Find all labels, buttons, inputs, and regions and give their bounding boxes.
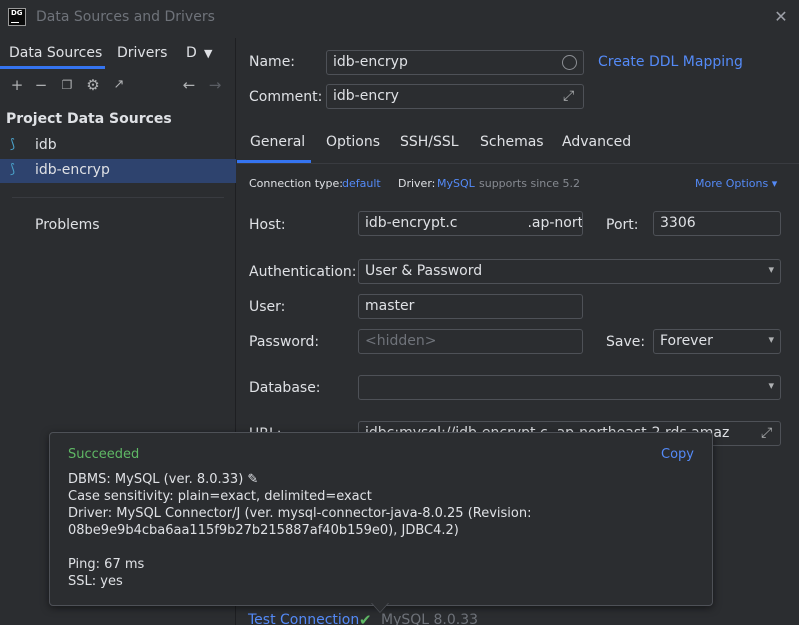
user-input[interactable]: master [358, 294, 583, 319]
close-icon[interactable]: ✕ [772, 8, 790, 26]
popup-line-ssl: SSL: yes [68, 574, 123, 589]
color-circle-icon[interactable] [562, 55, 577, 70]
datagrip-logo-icon: DG [8, 8, 26, 26]
host-input[interactable]: idb-encrypt.c.ap-north [358, 211, 583, 236]
port-input[interactable]: 3306 [653, 211, 781, 236]
open-external-icon[interactable]: ↗ [110, 76, 128, 94]
left-toolbar: + − ❐ ⚙ ↗ ← → [0, 72, 236, 98]
status-succeeded: Succeeded [68, 447, 140, 462]
gear-icon[interactable]: ⚙ [84, 76, 102, 94]
driver-value[interactable]: MySQL [437, 177, 475, 190]
host-label: Host: [249, 217, 286, 233]
left-tabs: Data Sources Drivers D ▼ [0, 38, 236, 69]
save-select[interactable]: Forever ▾ [653, 329, 781, 354]
connection-type-value[interactable]: default [342, 177, 381, 190]
tab-data-sources[interactable]: Data Sources [9, 45, 102, 61]
popup-line-ping: Ping: 67 ms [68, 557, 145, 572]
active-tab-indicator [0, 66, 105, 69]
mysql-icon: ⟆ [10, 162, 16, 177]
divider [12, 197, 224, 198]
name-label: Name: [249, 54, 296, 70]
back-arrow-icon[interactable]: ← [180, 76, 198, 94]
popup-line-driver: Driver: MySQL Connector/J (ver. mysql-co… [68, 506, 532, 521]
create-ddl-mapping-link[interactable]: Create DDL Mapping [598, 54, 743, 70]
name-input[interactable]: idb-encryp [326, 50, 584, 75]
add-icon[interactable]: + [8, 76, 26, 94]
datasource-item-idb[interactable]: ⟆ idb [0, 134, 236, 158]
connection-type-label: Connection type: [249, 177, 344, 190]
popup-line-revision: 08be9e9b4cba6aa115f9b27b215887af40b159e0… [68, 523, 459, 538]
popup-line-dbms: DBMS: MySQL (ver. 8.0.33) ✎ [68, 472, 259, 487]
version-text: MySQL 8.0.33 [381, 612, 479, 625]
popup-line-case: Case sensitivity: plain=exact, delimited… [68, 489, 372, 504]
forward-arrow-icon[interactable]: → [206, 76, 224, 94]
driver-label: Driver: [398, 177, 436, 190]
chevron-down-icon: ▾ [768, 379, 774, 392]
tab-ssh-ssl[interactable]: SSH/SSL [400, 134, 459, 150]
save-label: Save: [606, 334, 646, 350]
chevron-down-icon: ▾ [768, 263, 774, 276]
tab-schemas[interactable]: Schemas [480, 134, 544, 150]
tab-advanced[interactable]: Advanced [562, 134, 631, 150]
test-connection-popup: Succeeded Copy DBMS: MySQL (ver. 8.0.33)… [49, 432, 713, 606]
tab-general[interactable]: General [250, 134, 305, 150]
project-data-sources-title: Project Data Sources [6, 111, 172, 127]
datasource-label: idb [35, 137, 57, 153]
port-label: Port: [606, 217, 639, 233]
database-select[interactable]: ▾ [358, 375, 781, 400]
test-connection-link[interactable]: Test Connection [248, 612, 359, 625]
database-label: Database: [249, 380, 321, 396]
password-label: Password: [249, 334, 320, 350]
tabs-overflow-chevron-icon[interactable]: ▼ [204, 47, 212, 60]
copy-button[interactable]: Copy [661, 447, 694, 462]
expand-icon[interactable]: ⤢ [761, 425, 772, 441]
more-options-link[interactable]: More Options ▾ [695, 177, 777, 190]
duplicate-icon[interactable]: ❐ [58, 76, 76, 94]
mysql-icon: ⟆ [10, 137, 16, 152]
tabs-divider [237, 163, 799, 164]
remove-icon[interactable]: − [32, 76, 50, 94]
datasource-item-idb-encryp[interactable]: ⟆ idb-encryp [0, 159, 236, 183]
authentication-select[interactable]: User & Password ▾ [358, 259, 781, 284]
datasource-label: idb-encryp [35, 162, 110, 178]
popup-pointer-inner [372, 603, 388, 612]
authentication-label: Authentication: [249, 264, 357, 280]
user-label: User: [249, 299, 286, 315]
password-input[interactable]: <hidden> [358, 329, 583, 354]
title-bar: DG Data Sources and Drivers ✕ [0, 0, 799, 38]
driver-note: supports since 5.2 [479, 177, 581, 190]
problems-item[interactable]: Problems [35, 217, 100, 233]
tab-more[interactable]: D [186, 45, 197, 61]
chevron-down-icon: ▾ [768, 333, 774, 346]
comment-label: Comment: [249, 89, 323, 105]
comment-input[interactable]: idb-encry [326, 84, 584, 109]
check-icon: ✔ [359, 611, 372, 625]
tab-options[interactable]: Options [326, 134, 380, 150]
edit-icon[interactable]: ✎ [243, 472, 258, 487]
expand-icon[interactable]: ⤢ [563, 88, 574, 104]
tab-drivers[interactable]: Drivers [117, 45, 167, 61]
window-title: Data Sources and Drivers [36, 9, 215, 25]
